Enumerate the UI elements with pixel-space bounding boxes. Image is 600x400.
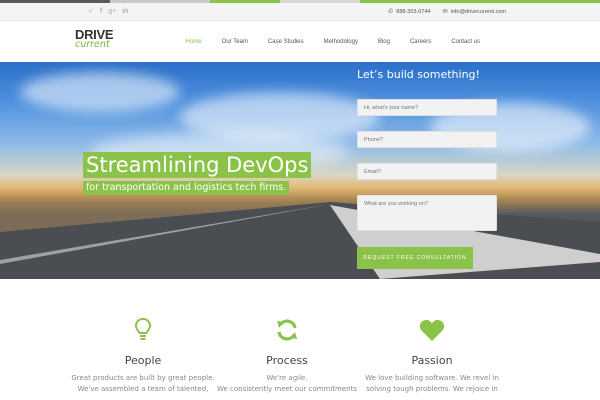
email-address: info@drivecurrent.com (450, 9, 506, 15)
feature-title: Passion (411, 354, 453, 367)
heart-icon (357, 318, 507, 346)
social-links: ✓ f g+ in (88, 7, 128, 17)
feature-passion: Passion We love building software. We re… (357, 318, 507, 395)
google-plus-icon[interactable]: g+ (108, 7, 116, 17)
name-input[interactable] (357, 99, 497, 116)
feature-text: Great products are built by great people… (71, 374, 215, 393)
logo-word-bottom: current (75, 39, 110, 50)
nav-item-methodology[interactable]: Methodology (314, 38, 368, 46)
facebook-icon[interactable]: f (100, 7, 102, 17)
phone-link[interactable]: ✆ 888-303-0744 (388, 7, 430, 17)
phone-input[interactable] (357, 131, 497, 148)
feature-people: People Great products are built by great… (68, 318, 218, 395)
nav-item-contact-us[interactable]: Contact us (441, 38, 490, 46)
contact-info: ✆ 888-303-0744 ✉ info@drivecurrent.com (388, 7, 506, 17)
nav-item-blog[interactable]: Blog (368, 38, 400, 46)
nav-item-home[interactable]: Home (176, 38, 212, 46)
refresh-icon (212, 318, 362, 346)
lightbulb-icon (68, 318, 218, 346)
envelope-icon: ✉ (442, 9, 448, 15)
form-title: Let’s build something! (357, 68, 480, 81)
feature-title: Process (266, 354, 308, 367)
road-image (0, 202, 600, 279)
email-link[interactable]: ✉ info@drivecurrent.com (443, 7, 506, 17)
feature-text: We're agile. We consistently meet our co… (216, 374, 358, 393)
linkedin-icon[interactable]: in (122, 7, 128, 17)
project-textarea[interactable] (357, 195, 497, 231)
phone-number: 888-303-0744 (396, 9, 431, 15)
nav-item-careers[interactable]: Careers (400, 38, 441, 46)
feature-process: Process We're agile. We consistently mee… (212, 318, 362, 395)
hero-subline: for transportation and logistics tech fi… (83, 181, 290, 195)
twitter-icon[interactable]: ✓ (88, 7, 94, 17)
logo[interactable]: DRIVE current (75, 28, 125, 50)
nav-item-our-team[interactable]: Our Team (212, 38, 258, 46)
email-input[interactable] (357, 163, 497, 180)
hero-headline: Streamlining DevOps (83, 152, 312, 178)
request-consultation-button[interactable]: Request free consultation (357, 247, 473, 269)
top-bar: ✓ f g+ in ✆ 888-303-0744 ✉ info@drivecur… (0, 3, 600, 21)
site-header: DRIVE current Home Our Team Case Studies… (0, 21, 600, 62)
nav-item-case-studies[interactable]: Case Studies (258, 38, 314, 46)
main-nav: Home Our Team Case Studies Methodology B… (176, 38, 490, 46)
phone-icon: ✆ (388, 9, 394, 15)
feature-title: People (124, 354, 162, 367)
feature-text: We love building software. We revel in s… (365, 374, 499, 393)
